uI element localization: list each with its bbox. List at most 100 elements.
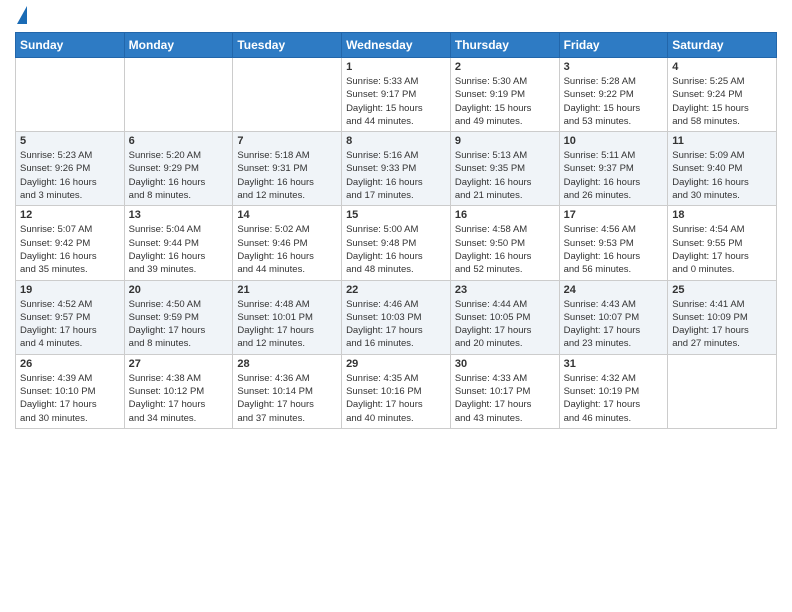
day-info: Sunrise: 4:58 AM Sunset: 9:50 PM Dayligh… — [455, 223, 555, 276]
day-number: 24 — [564, 284, 664, 296]
calendar-cell — [124, 58, 233, 132]
day-number: 14 — [237, 209, 337, 221]
calendar-table: SundayMondayTuesdayWednesdayThursdayFrid… — [15, 32, 777, 429]
day-info: Sunrise: 5:25 AM Sunset: 9:24 PM Dayligh… — [672, 75, 772, 128]
logo — [15, 10, 27, 24]
day-info: Sunrise: 4:54 AM Sunset: 9:55 PM Dayligh… — [672, 223, 772, 276]
calendar-cell: 3 Sunrise: 5:28 AM Sunset: 9:22 PM Daylig… — [559, 58, 668, 132]
calendar-col-header: Monday — [124, 33, 233, 58]
calendar-cell: 14 Sunrise: 5:02 AM Sunset: 9:46 PM Dayli… — [233, 206, 342, 280]
day-info: Sunrise: 5:02 AM Sunset: 9:46 PM Dayligh… — [237, 223, 337, 276]
day-number: 18 — [672, 209, 772, 221]
day-info: Sunrise: 5:00 AM Sunset: 9:48 PM Dayligh… — [346, 223, 446, 276]
day-info: Sunrise: 4:38 AM Sunset: 10:12 PM Daylig… — [129, 372, 229, 425]
day-number: 9 — [455, 135, 555, 147]
calendar-col-header: Thursday — [450, 33, 559, 58]
day-info: Sunrise: 4:41 AM Sunset: 10:09 PM Daylig… — [672, 298, 772, 351]
day-number: 12 — [20, 209, 120, 221]
calendar-cell: 24 Sunrise: 4:43 AM Sunset: 10:07 PM Dayl… — [559, 280, 668, 354]
calendar-cell: 11 Sunrise: 5:09 AM Sunset: 9:40 PM Dayli… — [668, 132, 777, 206]
day-number: 19 — [20, 284, 120, 296]
day-number: 23 — [455, 284, 555, 296]
calendar-cell — [233, 58, 342, 132]
calendar-cell: 22 Sunrise: 4:46 AM Sunset: 10:03 PM Dayl… — [342, 280, 451, 354]
page-header — [15, 10, 777, 24]
day-info: Sunrise: 4:43 AM Sunset: 10:07 PM Daylig… — [564, 298, 664, 351]
calendar-cell: 31 Sunrise: 4:32 AM Sunset: 10:19 PM Dayl… — [559, 354, 668, 428]
calendar-cell: 17Sunrise: 4:56 AM Sunset: 9:53 PM Dayli… — [559, 206, 668, 280]
calendar-cell: 29Sunrise: 4:35 AM Sunset: 10:16 PM Dayl… — [342, 354, 451, 428]
day-number: 13 — [129, 209, 229, 221]
day-number: 28 — [237, 358, 337, 370]
calendar-week-row: 5 Sunrise: 5:23 AM Sunset: 9:26 PM Daylig… — [16, 132, 777, 206]
day-number: 11 — [672, 135, 772, 147]
day-info: Sunrise: 5:11 AM Sunset: 9:37 PM Dayligh… — [564, 149, 664, 202]
day-number: 26 — [20, 358, 120, 370]
calendar-cell: 27Sunrise: 4:38 AM Sunset: 10:12 PM Dayl… — [124, 354, 233, 428]
day-number: 21 — [237, 284, 337, 296]
calendar-cell: 10 Sunrise: 5:11 AM Sunset: 9:37 PM Dayli… — [559, 132, 668, 206]
calendar-cell: 15 Sunrise: 5:00 AM Sunset: 9:48 PM Dayli… — [342, 206, 451, 280]
day-info: Sunrise: 5:23 AM Sunset: 9:26 PM Dayligh… — [20, 149, 120, 202]
day-number: 25 — [672, 284, 772, 296]
calendar-week-row: 1 Sunrise: 5:33 AM Sunset: 9:17 PM Daylig… — [16, 58, 777, 132]
calendar-col-header: Friday — [559, 33, 668, 58]
day-number: 4 — [672, 61, 772, 73]
day-number: 2 — [455, 61, 555, 73]
calendar-cell: 6 Sunrise: 5:20 AM Sunset: 9:29 PM Daylig… — [124, 132, 233, 206]
day-number: 6 — [129, 135, 229, 147]
day-info: Sunrise: 5:18 AM Sunset: 9:31 PM Dayligh… — [237, 149, 337, 202]
day-number: 10 — [564, 135, 664, 147]
day-info: Sunrise: 5:33 AM Sunset: 9:17 PM Dayligh… — [346, 75, 446, 128]
day-number: 3 — [564, 61, 664, 73]
calendar-cell: 8 Sunrise: 5:16 AM Sunset: 9:33 PM Daylig… — [342, 132, 451, 206]
day-info: Sunrise: 4:33 AM Sunset: 10:17 PM Daylig… — [455, 372, 555, 425]
calendar-cell — [16, 58, 125, 132]
day-number: 22 — [346, 284, 446, 296]
calendar-cell: 7 Sunrise: 5:18 AM Sunset: 9:31 PM Daylig… — [233, 132, 342, 206]
calendar-cell: 23Sunrise: 4:44 AM Sunset: 10:05 PM Dayl… — [450, 280, 559, 354]
day-info: Sunrise: 4:50 AM Sunset: 9:59 PM Dayligh… — [129, 298, 229, 351]
calendar-cell — [668, 354, 777, 428]
day-number: 30 — [455, 358, 555, 370]
calendar-cell: 13 Sunrise: 5:04 AM Sunset: 9:44 PM Dayli… — [124, 206, 233, 280]
day-info: Sunrise: 5:16 AM Sunset: 9:33 PM Dayligh… — [346, 149, 446, 202]
day-info: Sunrise: 5:20 AM Sunset: 9:29 PM Dayligh… — [129, 149, 229, 202]
calendar-cell: 30 Sunrise: 4:33 AM Sunset: 10:17 PM Dayl… — [450, 354, 559, 428]
day-number: 1 — [346, 61, 446, 73]
day-info: Sunrise: 4:48 AM Sunset: 10:01 PM Daylig… — [237, 298, 337, 351]
calendar-cell: 9Sunrise: 5:13 AM Sunset: 9:35 PM Daylig… — [450, 132, 559, 206]
calendar-cell: 19 Sunrise: 4:52 AM Sunset: 9:57 PM Dayli… — [16, 280, 125, 354]
calendar-week-row: 26 Sunrise: 4:39 AM Sunset: 10:10 PM Dayl… — [16, 354, 777, 428]
day-number: 7 — [237, 135, 337, 147]
day-number: 15 — [346, 209, 446, 221]
day-info: Sunrise: 4:36 AM Sunset: 10:14 PM Daylig… — [237, 372, 337, 425]
calendar-cell: 21 Sunrise: 4:48 AM Sunset: 10:01 PM Dayl… — [233, 280, 342, 354]
day-info: Sunrise: 4:39 AM Sunset: 10:10 PM Daylig… — [20, 372, 120, 425]
day-number: 5 — [20, 135, 120, 147]
calendar-cell: 5 Sunrise: 5:23 AM Sunset: 9:26 PM Daylig… — [16, 132, 125, 206]
calendar-cell: 18 Sunrise: 4:54 AM Sunset: 9:55 PM Dayli… — [668, 206, 777, 280]
day-number: 8 — [346, 135, 446, 147]
day-info: Sunrise: 5:09 AM Sunset: 9:40 PM Dayligh… — [672, 149, 772, 202]
calendar-cell: 12Sunrise: 5:07 AM Sunset: 9:42 PM Dayli… — [16, 206, 125, 280]
calendar-cell: 26 Sunrise: 4:39 AM Sunset: 10:10 PM Dayl… — [16, 354, 125, 428]
day-number: 20 — [129, 284, 229, 296]
day-info: Sunrise: 4:52 AM Sunset: 9:57 PM Dayligh… — [20, 298, 120, 351]
day-info: Sunrise: 5:28 AM Sunset: 9:22 PM Dayligh… — [564, 75, 664, 128]
day-number: 31 — [564, 358, 664, 370]
day-number: 29 — [346, 358, 446, 370]
calendar-week-row: 12Sunrise: 5:07 AM Sunset: 9:42 PM Dayli… — [16, 206, 777, 280]
calendar-col-header: Wednesday — [342, 33, 451, 58]
day-number: 16 — [455, 209, 555, 221]
calendar-week-row: 19 Sunrise: 4:52 AM Sunset: 9:57 PM Dayli… — [16, 280, 777, 354]
day-info: Sunrise: 4:32 AM Sunset: 10:19 PM Daylig… — [564, 372, 664, 425]
calendar-cell: 16 Sunrise: 4:58 AM Sunset: 9:50 PM Dayli… — [450, 206, 559, 280]
logo-triangle-icon — [17, 6, 27, 24]
calendar-cell: 25 Sunrise: 4:41 AM Sunset: 10:09 PM Dayl… — [668, 280, 777, 354]
day-info: Sunrise: 4:46 AM Sunset: 10:03 PM Daylig… — [346, 298, 446, 351]
day-info: Sunrise: 5:04 AM Sunset: 9:44 PM Dayligh… — [129, 223, 229, 276]
day-number: 17 — [564, 209, 664, 221]
calendar-cell: 20 Sunrise: 4:50 AM Sunset: 9:59 PM Dayli… — [124, 280, 233, 354]
calendar-cell: 28 Sunrise: 4:36 AM Sunset: 10:14 PM Dayl… — [233, 354, 342, 428]
